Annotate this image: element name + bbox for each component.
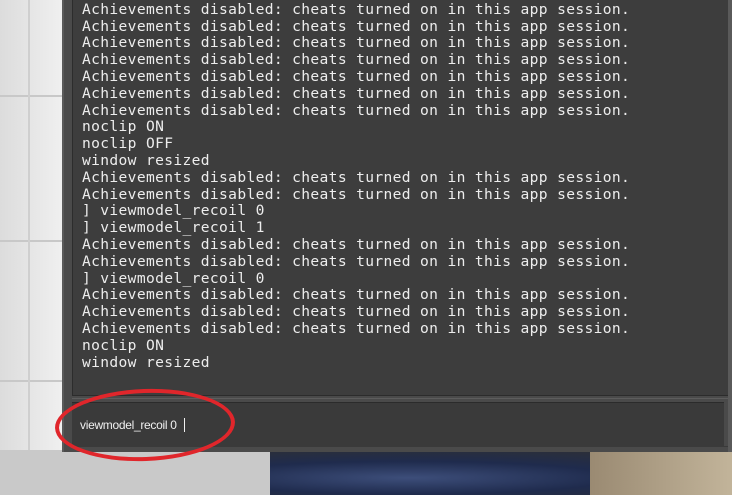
- console-line: noclip OFF: [82, 135, 174, 153]
- console-output-lines: Achievements disabled: cheats turned on …: [82, 0, 630, 371]
- console-line: Achievements disabled: cheats turned on …: [82, 0, 631, 18]
- developer-console: Achievements disabled: cheats turned on …: [64, 0, 732, 452]
- tile-grout: [0, 95, 70, 97]
- background-prop: [590, 452, 732, 495]
- console-line: ] viewmodel_recoil 1: [82, 219, 265, 237]
- console-line: Achievements disabled: cheats turned on …: [82, 286, 631, 304]
- tile-grout: [0, 240, 70, 242]
- console-line: Achievements disabled: cheats turned on …: [82, 319, 631, 337]
- console-line: Achievements disabled: cheats turned on …: [82, 252, 631, 270]
- console-line: noclip ON: [82, 118, 165, 136]
- console-line: window resized: [82, 151, 210, 169]
- tile-grout: [0, 380, 70, 382]
- console-line: window resized: [82, 353, 210, 371]
- console-line: ] viewmodel_recoil 0: [82, 269, 265, 287]
- console-line: Achievements disabled: cheats turned on …: [82, 67, 631, 85]
- console-line: Achievements disabled: cheats turned on …: [82, 17, 631, 35]
- console-line: Achievements disabled: cheats turned on …: [82, 34, 631, 52]
- console-right-edge: [728, 0, 732, 452]
- console-line: Achievements disabled: cheats turned on …: [82, 84, 631, 102]
- console-line: Achievements disabled: cheats turned on …: [82, 185, 631, 203]
- tile-grout: [28, 0, 30, 495]
- console-line: Achievements disabled: cheats turned on …: [82, 235, 631, 253]
- console-line: Achievements disabled: cheats turned on …: [82, 168, 631, 186]
- console-line: noclip ON: [82, 336, 165, 354]
- console-line: Achievements disabled: cheats turned on …: [82, 101, 631, 119]
- console-line: Achievements disabled: cheats turned on …: [82, 303, 631, 321]
- console-output[interactable]: Achievements disabled: cheats turned on …: [72, 0, 729, 396]
- console-line: Achievements disabled: cheats turned on …: [82, 51, 631, 69]
- console-line: ] viewmodel_recoil 0: [82, 202, 265, 220]
